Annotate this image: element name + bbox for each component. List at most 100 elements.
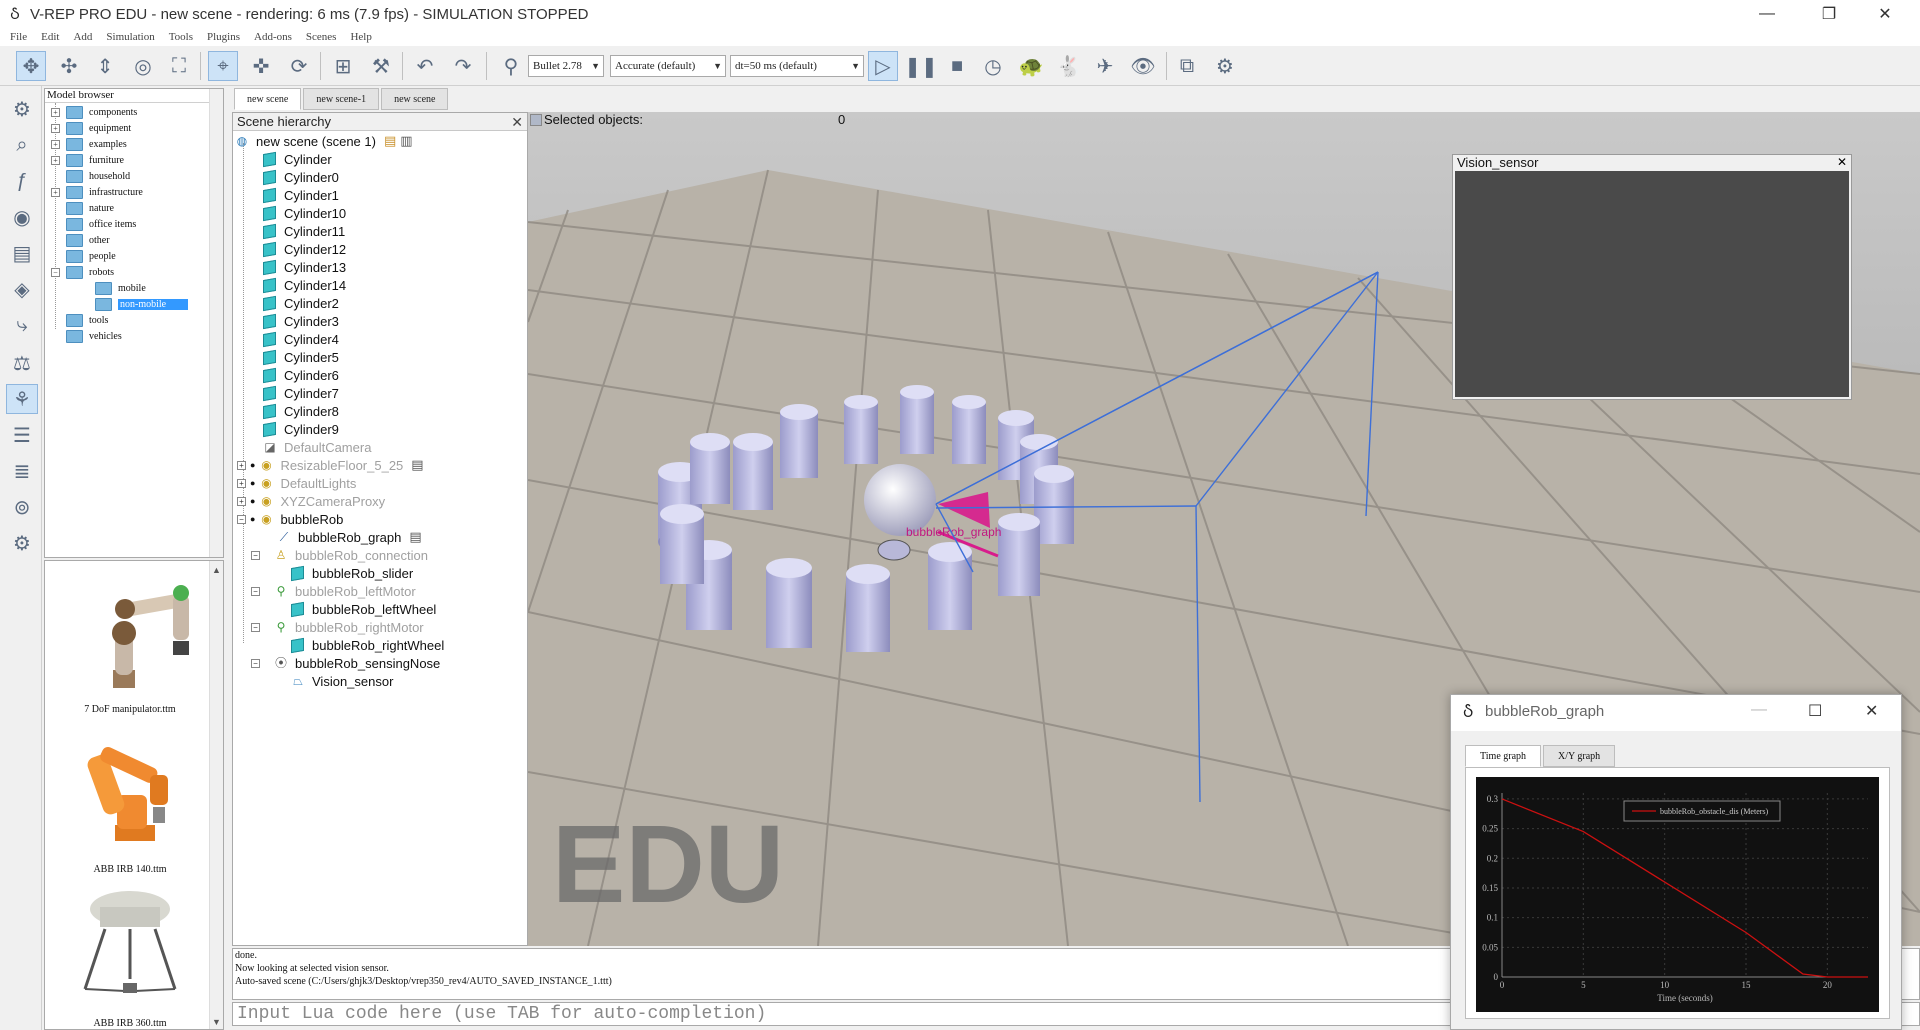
assemble-icon[interactable]: ⊞	[328, 51, 358, 81]
hierarchy-item[interactable]: + ● ◉ ResizableFloor_5_25 ▤	[237, 456, 424, 474]
menu-tools[interactable]: Tools	[169, 31, 193, 43]
params-icon[interactable]: ▥	[400, 133, 412, 149]
hierarchy-item[interactable]: − ⦿ bubbleRob_sensingNose	[251, 654, 440, 672]
model-folder-selected[interactable]: non-mobile	[95, 296, 189, 312]
menu-addons[interactable]: Add-ons	[254, 31, 292, 43]
tab-new-scene-1[interactable]: new scene-1	[303, 88, 380, 110]
hierarchy-item[interactable]: − ⚲ bubbleRob_leftMotor	[251, 582, 416, 600]
script-icon[interactable]: ▤	[384, 133, 396, 149]
slow-down-icon[interactable]: 🐢	[1016, 51, 1046, 81]
hierarchy-item[interactable]: Cylinder9	[263, 420, 339, 438]
real-time-icon[interactable]: ◷	[978, 51, 1008, 81]
thumbnails-scrollbar[interactable]: ▲ ▼	[209, 561, 223, 1029]
menu-plugins[interactable]: Plugins	[207, 31, 240, 43]
hierarchy-toggle-icon[interactable]: ☰	[6, 420, 38, 450]
camera-pan-icon[interactable]: ✥	[16, 51, 46, 81]
hierarchy-item[interactable]: Cylinder4	[263, 330, 339, 348]
model-thumb-7dof[interactable]: 7 DoF manipulator.ttm	[55, 565, 205, 715]
tab-new-scene[interactable]: new scene	[234, 88, 302, 110]
hierarchy-item[interactable]: Cylinder10	[263, 204, 346, 222]
model-folder[interactable]: mobile	[95, 280, 146, 296]
vision-sensor-window[interactable]: Vision_sensor ✕	[1452, 154, 1852, 400]
model-folder[interactable]: nature	[66, 200, 114, 216]
view-options-icon[interactable]	[530, 114, 542, 126]
transfer-dna-icon[interactable]: ⚒	[366, 51, 396, 81]
hierarchy-item[interactable]: bubbleRob_leftWheel	[291, 600, 436, 618]
hierarchy-item[interactable]: Cylinder8	[263, 402, 339, 420]
speed-up-icon[interactable]: 🐇	[1054, 51, 1084, 81]
model-browser-toggle-icon[interactable]: ⚘	[6, 384, 38, 414]
layers-icon[interactable]: ≣	[6, 456, 38, 486]
path-icon[interactable]: ⤷	[6, 310, 38, 340]
model-folder[interactable]: + furniture	[51, 152, 124, 168]
collision-icon[interactable]: ◉	[6, 202, 38, 232]
menu-help[interactable]: Help	[350, 31, 371, 43]
model-folder[interactable]: − robots	[51, 264, 114, 280]
close-button[interactable]: ✕	[1865, 701, 1878, 721]
model-browser-scrollbar[interactable]	[209, 89, 223, 557]
menu-scenes[interactable]: Scenes	[306, 31, 337, 43]
hierarchy-item[interactable]: Cylinder11	[263, 222, 345, 240]
model-folder[interactable]: + examples	[51, 136, 127, 152]
hierarchy-item[interactable]: Cylinder12	[263, 240, 346, 258]
graph-window[interactable]: Ⴢ bubbleRob_graph — ☐ ✕ Time graph X/Y g…	[1450, 694, 1902, 1030]
model-folder[interactable]: + components	[51, 104, 137, 120]
model-thumb-abb140[interactable]: ABB IRB 140.ttm	[55, 725, 205, 875]
scene-selector-icon[interactable]: ⚙	[1210, 51, 1240, 81]
scripts-icon[interactable]: ▤	[6, 238, 38, 268]
user-settings-icon[interactable]: ⚙	[6, 528, 38, 558]
video-recorder-icon[interactable]: ⊚	[6, 492, 38, 522]
tab-xy-graph[interactable]: X/Y graph	[1543, 745, 1616, 767]
model-folder[interactable]: tools	[66, 312, 108, 328]
visualization-toggle-icon[interactable]: 👁	[1128, 51, 1158, 81]
hierarchy-root[interactable]: ◍ new scene (scene 1) ▤ ▥	[235, 132, 413, 150]
hierarchy-item[interactable]: bubbleRob_rightWheel	[291, 636, 444, 654]
maximize-button[interactable]: ❐	[1806, 0, 1852, 28]
camera-rotate-icon[interactable]: ✣	[54, 51, 84, 81]
close-icon[interactable]: ✕	[1837, 155, 1847, 169]
model-folder[interactable]: other	[66, 232, 110, 248]
timestep-select[interactable]: dt=50 ms (default) ▼	[730, 55, 864, 77]
accuracy-select[interactable]: Accurate (default) ▼	[610, 55, 726, 77]
hierarchy-item[interactable]: Cylinder	[263, 150, 332, 168]
camera-shift-icon[interactable]: ⇕	[90, 51, 120, 81]
threaded-rendering-icon[interactable]: ✈	[1090, 51, 1120, 81]
properties-icon[interactable]: ⚖	[6, 348, 38, 378]
search-icon[interactable]: ⌕	[6, 130, 38, 160]
hierarchy-item[interactable]: ⟋ bubbleRob_graph ▤	[277, 528, 422, 546]
redo-icon[interactable]: ↷	[448, 51, 478, 81]
maximize-button[interactable]: ☐	[1808, 701, 1822, 721]
hierarchy-item[interactable]: Cylinder2	[263, 294, 339, 312]
minimize-button[interactable]: —	[1744, 0, 1790, 28]
menu-file[interactable]: File	[10, 31, 27, 43]
hierarchy-item[interactable]: bubbleRob_slider	[291, 564, 413, 582]
hierarchy-item[interactable]: Cylinder13	[263, 258, 346, 276]
hierarchy-item[interactable]: Cylinder14	[263, 276, 346, 294]
stop-simulation-icon[interactable]: ■	[942, 51, 972, 81]
hierarchy-item[interactable]: ◪ DefaultCamera	[263, 438, 371, 456]
menu-add[interactable]: Add	[73, 31, 92, 43]
hierarchy-item[interactable]: − ⚲ bubbleRob_rightMotor	[251, 618, 424, 636]
physics-engine-select[interactable]: Bullet 2.78 ▼	[528, 55, 604, 77]
hierarchy-item[interactable]: + ● ◉ DefaultLights	[237, 474, 356, 492]
dynamics-toggle-icon[interactable]: ⚲	[496, 51, 526, 81]
model-folder[interactable]: vehicles	[66, 328, 122, 344]
close-button[interactable]: ✕	[1862, 0, 1908, 28]
hierarchy-item[interactable]: Cylinder0	[263, 168, 339, 186]
fit-to-view-icon[interactable]: ⛶	[164, 51, 194, 81]
start-simulation-icon[interactable]: ▷	[868, 51, 898, 81]
object-shift-icon[interactable]: ✜	[246, 51, 276, 81]
close-icon[interactable]: ✕	[511, 114, 523, 131]
function-icon[interactable]: ƒ	[6, 166, 38, 196]
hierarchy-item[interactable]: Cylinder7	[263, 384, 339, 402]
object-rotate-icon[interactable]: ⟳	[284, 51, 314, 81]
pause-simulation-icon[interactable]: ❚❚	[904, 51, 938, 81]
hierarchy-item[interactable]: Cylinder1	[263, 186, 339, 204]
tab-new-scene-2[interactable]: new scene	[381, 88, 449, 110]
hierarchy-item[interactable]: Cylinder6	[263, 366, 339, 384]
click-select-icon[interactable]: ⌖	[208, 51, 238, 81]
page-selector-icon[interactable]: ⧉	[1172, 51, 1202, 81]
hierarchy-item[interactable]: Cylinder5	[263, 348, 339, 366]
tab-time-graph[interactable]: Time graph	[1465, 745, 1542, 767]
model-folder[interactable]: household	[66, 168, 130, 184]
